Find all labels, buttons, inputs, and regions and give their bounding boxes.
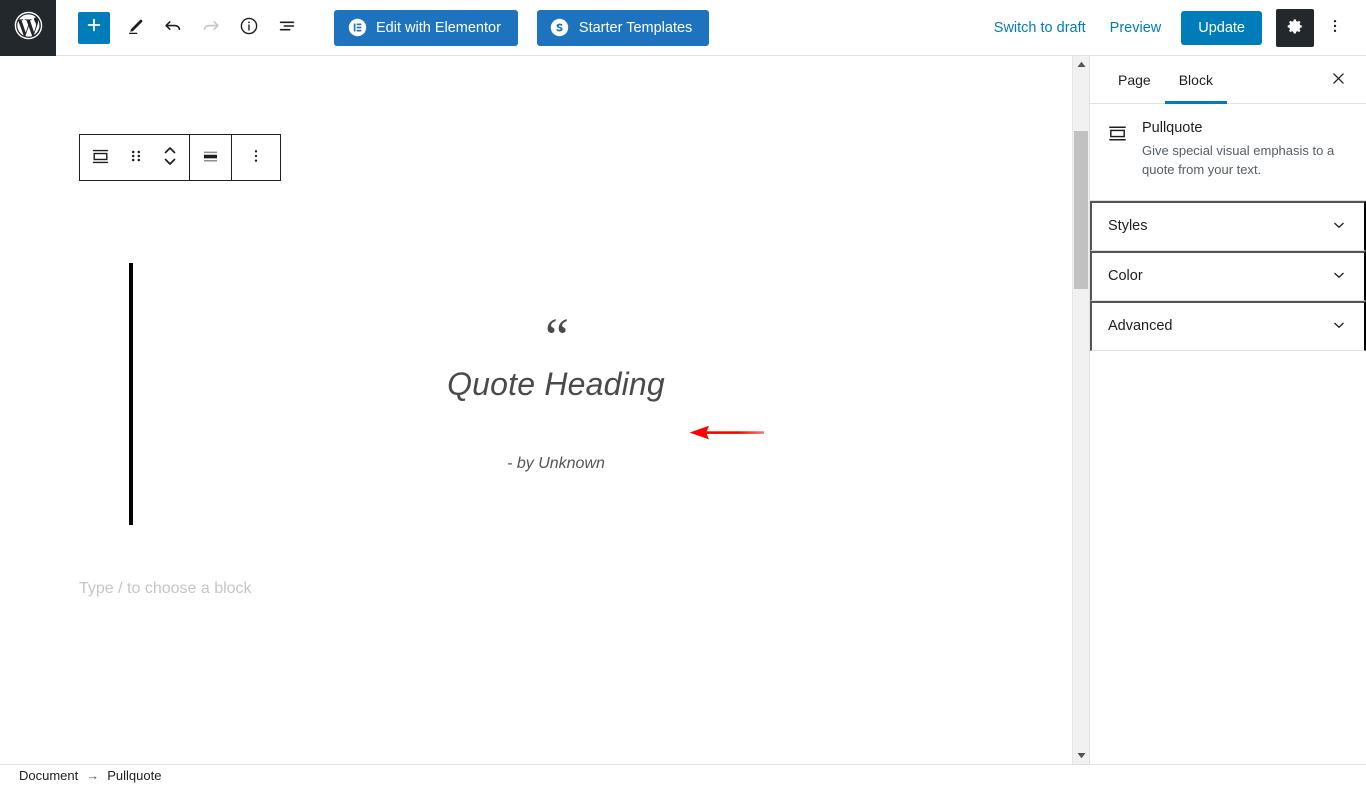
settings-sidebar: Page Block Pullquote Give special visual… (1089, 56, 1366, 764)
starter-templates-button[interactable]: Starter Templates (536, 9, 710, 46)
top-bar-right-group: Switch to draft Preview Update (982, 0, 1366, 56)
pullquote-citation-text[interactable]: - by Unknown (133, 455, 979, 473)
block-toolbar-group-main (80, 135, 189, 180)
edit-with-elementor-button[interactable]: Edit with Elementor (334, 9, 518, 46)
editor-scrollbar[interactable] (1072, 56, 1089, 764)
edit-tool-button[interactable] (116, 9, 154, 47)
pencil-icon (125, 16, 146, 40)
block-toolbar-group-options (231, 135, 280, 180)
details-button[interactable] (230, 9, 268, 47)
drag-handle-button[interactable] (121, 135, 151, 180)
undo-arrow-icon (162, 15, 184, 40)
breadcrumb: Document → Pullquote (0, 764, 1366, 786)
edit-with-elementor-label: Edit with Elementor (376, 19, 501, 36)
block-toolbar-group-align (189, 135, 231, 180)
gear-icon (1286, 17, 1305, 39)
block-toolbar (79, 134, 281, 181)
redo-arrow-icon (200, 15, 222, 40)
change-alignment-button[interactable] (190, 135, 231, 180)
tab-block[interactable]: Block (1164, 56, 1228, 104)
block-card-text: Pullquote Give special visual emphasis t… (1142, 120, 1350, 180)
panel-color-label: Color (1108, 268, 1143, 285)
chevron-down-icon (1330, 316, 1348, 337)
chevron-down-icon (1330, 266, 1348, 287)
pullquote-heading-text[interactable]: Quote Heading (133, 364, 979, 406)
up-down-chevrons-icon (160, 142, 180, 173)
pullquote-block[interactable]: “ Quote Heading - by Unknown (129, 263, 979, 526)
plus-icon (84, 15, 104, 40)
panel-advanced[interactable]: Advanced (1090, 300, 1366, 351)
drag-dots-icon (128, 146, 144, 169)
switch-to-draft-button[interactable]: Switch to draft (982, 12, 1098, 44)
breadcrumb-separator: → (86, 768, 100, 783)
tab-page[interactable]: Page (1104, 56, 1165, 103)
panel-color[interactable]: Color (1090, 250, 1366, 301)
block-card-title: Pullquote (1142, 120, 1203, 136)
add-block-button[interactable] (78, 11, 110, 44)
starter-templates-logo-icon (550, 18, 570, 38)
list-view-button[interactable] (268, 9, 306, 47)
chevron-down-icon (1330, 216, 1348, 237)
panel-styles[interactable]: Styles (1090, 200, 1366, 251)
empty-block-placeholder[interactable]: Type / to choose a block (79, 580, 252, 598)
undo-button[interactable] (154, 9, 192, 47)
starter-templates-label: Starter Templates (578, 19, 693, 36)
move-block-button[interactable] (151, 135, 189, 180)
scroll-down-arrow-icon[interactable] (1073, 747, 1089, 764)
quote-mark-glyph: “ (545, 307, 569, 367)
update-button[interactable]: Update (1181, 10, 1262, 45)
scrollbar-thumb[interactable] (1074, 131, 1088, 289)
preview-button[interactable]: Preview (1098, 12, 1174, 44)
elementor-logo-icon (347, 18, 367, 38)
block-options-button[interactable] (232, 135, 280, 180)
close-icon (1330, 70, 1347, 90)
close-sidebar-button[interactable] (1320, 56, 1356, 103)
kebab-menu-icon (1325, 16, 1345, 39)
settings-button[interactable] (1276, 8, 1314, 47)
panel-styles-label: Styles (1108, 218, 1148, 235)
scroll-up-arrow-icon[interactable] (1073, 56, 1089, 73)
align-center-icon (200, 146, 221, 170)
breadcrumb-item-document[interactable]: Document (19, 768, 78, 783)
pullquote-icon (90, 146, 111, 170)
block-card-description: Give special visual emphasis to a quote … (1142, 143, 1335, 177)
kebab-menu-icon (246, 146, 266, 169)
sidebar-tab-bar: Page Block (1090, 56, 1366, 104)
info-circle-icon (238, 15, 260, 40)
wordpress-logo-icon (12, 9, 45, 47)
redo-button[interactable] (192, 9, 230, 47)
wordpress-logo-button[interactable] (0, 0, 56, 56)
editor-top-bar: Edit with Elementor Starter Templates Sw… (0, 0, 1366, 56)
breadcrumb-item-pullquote[interactable]: Pullquote (107, 768, 161, 783)
pullquote-icon (1106, 120, 1130, 180)
more-options-button[interactable] (1318, 9, 1352, 47)
block-type-pullquote-button[interactable] (80, 135, 121, 180)
editor-canvas[interactable]: “ Quote Heading - by Unknown Type / to c… (0, 56, 1072, 764)
panel-advanced-label: Advanced (1108, 318, 1173, 335)
list-view-icon (276, 15, 298, 40)
block-info-card: Pullquote Give special visual emphasis t… (1090, 104, 1366, 201)
